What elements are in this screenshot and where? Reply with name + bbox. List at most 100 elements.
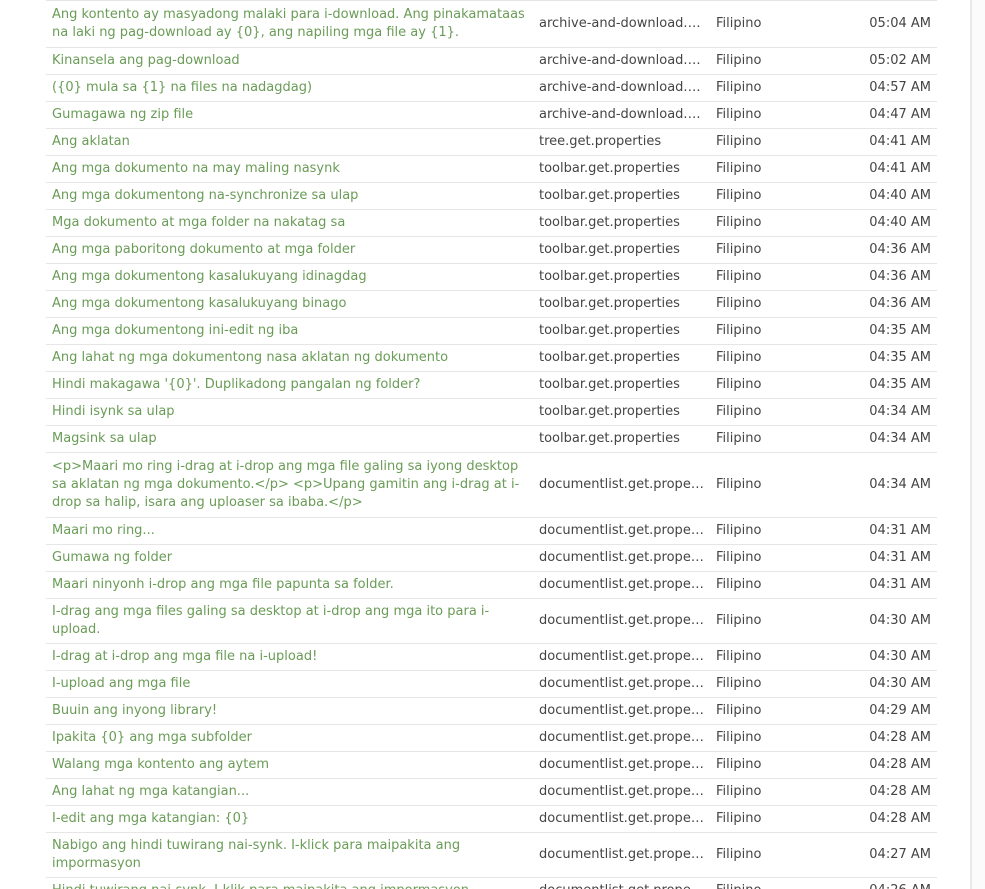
time-cell: 04:31 AM [812,544,937,572]
phrase-link[interactable]: Ang mga paboritong dokumento at mga fold… [52,242,355,257]
phrase-link[interactable]: Maari mo ring... [52,523,155,538]
phrase-cell[interactable]: Maari mo ring... [46,517,533,545]
table-row[interactable]: Hindi isynk sa ulap toolbar.get.properti… [46,398,937,426]
phrase-link[interactable]: Gumagawa ng zip file [52,107,193,122]
phrase-link[interactable]: Ang mga dokumento na may maling nasynk [52,161,340,176]
phrase-cell[interactable]: Magsink sa ulap [46,425,533,453]
phrase-cell[interactable]: Ang mga dokumentong ini-edit ng iba [46,317,533,345]
table-row[interactable]: Walang mga kontento ang aytem documentli… [46,751,937,779]
phrase-cell[interactable]: Ang kontento ay masyadong malaki para i-… [46,0,533,48]
table-row[interactable]: Ang mga dokumento na may maling nasynk t… [46,155,937,183]
table-row[interactable]: Ang lahat ng mga dokumentong nasa aklata… [46,344,937,372]
phrase-link[interactable]: Ang mga dokumentong na-synchronize sa ul… [52,188,358,203]
phrase-cell[interactable]: Maari ninyonh i-drop ang mga file papunt… [46,571,533,599]
time-cell: 04:34 AM [812,452,937,518]
phrase-link[interactable]: Ang lahat ng mga dokumentong nasa aklata… [52,350,448,365]
table-row[interactable]: Gumagawa ng zip file archive-and-downloa… [46,101,937,129]
language-cell: Filipino [710,236,812,264]
table-row[interactable]: ({0} mula sa {1} na files na nadagdag) a… [46,74,937,102]
phrase-link[interactable]: Hindi makagawa '{0}'. Duplikadong pangal… [52,377,420,392]
table-row[interactable]: Kinansela ang pag-download archive-and-d… [46,47,937,75]
phrase-link[interactable]: Gumawa ng folder [52,550,172,565]
table-row[interactable]: Ang mga dokumentong kasalukuyang idinagd… [46,263,937,291]
phrase-link[interactable]: Maari ninyonh i-drop ang mga file papunt… [52,577,394,592]
phrase-link[interactable]: I-drag at i-drop ang mga file na i-uploa… [52,649,317,664]
phrase-link[interactable]: Ang aklatan [52,134,130,149]
phrase-cell[interactable]: <p>Maari mo ring i-drag at i-drop ang mg… [46,452,533,518]
table-row[interactable]: Maari ninyonh i-drop ang mga file papunt… [46,571,937,599]
phrase-link[interactable]: Mga dokumento at mga folder na nakatag s… [52,215,345,230]
phrase-link[interactable]: Nabigo ang hindi tuwirang nai-synk. I-kl… [52,838,460,871]
table-row[interactable]: Buuin ang inyong library! documentlist.g… [46,697,937,725]
phrase-cell[interactable]: Ang mga dokumentong kasalukuyang idinagd… [46,263,533,291]
table-row[interactable]: Maari mo ring... documentlist.get.proper… [46,517,937,545]
phrase-link[interactable]: I-upload ang mga file [52,676,190,691]
table-row[interactable]: I-upload ang mga file documentlist.get.p… [46,670,937,698]
phrase-link[interactable]: Walang mga kontento ang aytem [52,757,269,772]
phrase-link[interactable]: Ang mga dokumentong kasalukuyang idinagd… [52,269,367,284]
table-row[interactable]: Ang aklatan tree.get.properties Filipino… [46,128,937,156]
phrase-link[interactable]: ({0} mula sa {1} na files na nadagdag) [52,80,312,95]
table-row[interactable]: Ipakita {0} ang mga subfolder documentli… [46,724,937,752]
phrase-link[interactable]: I-edit ang mga katangian: {0} [52,811,249,826]
table-row[interactable]: Ang kontento ay masyadong malaki para i-… [46,0,937,48]
key-cell: documentlist.get.properties [533,778,710,806]
table-row[interactable]: I-drag ang mga files galing sa desktop a… [46,598,937,644]
table-row[interactable]: <p>Maari mo ring i-drag at i-drop ang mg… [46,452,937,518]
table-row[interactable]: Ang mga dokumentong na-synchronize sa ul… [46,182,937,210]
table-row[interactable]: Ang lahat ng mga katangian... documentli… [46,778,937,806]
table-row[interactable]: Gumawa ng folder documentlist.get.proper… [46,544,937,572]
phrase-cell[interactable]: I-edit ang mga katangian: {0} [46,805,533,833]
table-row[interactable]: Ang mga dokumentong ini-edit ng iba tool… [46,317,937,345]
table-row[interactable]: Nabigo ang hindi tuwirang nai-synk. I-kl… [46,832,937,878]
phrase-link[interactable]: Ang mga dokumentong kasalukuyang binago [52,296,346,311]
phrase-cell[interactable]: ({0} mula sa {1} na files na nadagdag) [46,74,533,102]
phrase-cell[interactable]: Ang aklatan [46,128,533,156]
table-row[interactable]: Ang mga paboritong dokumento at mga fold… [46,236,937,264]
phrase-cell[interactable]: Ang mga dokumento na may maling nasynk [46,155,533,183]
language-cell: Filipino [710,643,812,671]
phrase-cell[interactable]: Gumawa ng folder [46,544,533,572]
phrase-link[interactable]: Buuin ang inyong library! [52,703,217,718]
phrase-link[interactable]: Hindi tuwirang nai-synk. I-klik para mai… [52,883,469,889]
phrase-link[interactable]: <p>Maari mo ring i-drag at i-drop ang mg… [52,459,519,510]
page-gutter [972,0,985,889]
table-row[interactable]: Hindi makagawa '{0}'. Duplikadong pangal… [46,371,937,399]
phrase-link[interactable]: Hindi isynk sa ulap [52,404,175,419]
table-row[interactable]: I-drag at i-drop ang mga file na i-uploa… [46,643,937,671]
table-row[interactable]: Magsink sa ulap toolbar.get.properties F… [46,425,937,453]
phrase-cell[interactable]: Walang mga kontento ang aytem [46,751,533,779]
phrase-cell[interactable]: Kinansela ang pag-download [46,47,533,75]
phrase-link[interactable]: Ang lahat ng mga katangian... [52,784,249,799]
phrase-cell[interactable]: Nabigo ang hindi tuwirang nai-synk. I-kl… [46,832,533,878]
phrase-cell[interactable]: Ang mga dokumentong na-synchronize sa ul… [46,182,533,210]
phrase-cell[interactable]: Gumagawa ng zip file [46,101,533,129]
phrase-cell[interactable]: Mga dokumento at mga folder na nakatag s… [46,209,533,237]
phrase-link[interactable]: Magsink sa ulap [52,431,157,446]
phrase-cell[interactable]: Ang lahat ng mga dokumentong nasa aklata… [46,344,533,372]
table-row[interactable]: I-edit ang mga katangian: {0} documentli… [46,805,937,833]
phrase-link[interactable]: I-drag ang mga files galing sa desktop a… [52,604,489,637]
key-cell: archive-and-download.get.properties [533,0,710,48]
key-cell: toolbar.get.properties [533,290,710,318]
phrase-cell[interactable]: I-drag at i-drop ang mga file na i-uploa… [46,643,533,671]
phrase-cell[interactable]: I-upload ang mga file [46,670,533,698]
phrase-cell[interactable]: Ang lahat ng mga katangian... [46,778,533,806]
phrase-link[interactable]: Ipakita {0} ang mga subfolder [52,730,252,745]
key-cell: toolbar.get.properties [533,155,710,183]
phrase-cell[interactable]: Hindi isynk sa ulap [46,398,533,426]
table-row[interactable]: Ang mga dokumentong kasalukuyang binago … [46,290,937,318]
phrase-cell[interactable]: Ipakita {0} ang mga subfolder [46,724,533,752]
table-row[interactable]: Mga dokumento at mga folder na nakatag s… [46,209,937,237]
phrase-cell[interactable]: Hindi makagawa '{0}'. Duplikadong pangal… [46,371,533,399]
phrase-cell[interactable]: Ang mga paboritong dokumento at mga fold… [46,236,533,264]
phrase-link[interactable]: Ang kontento ay masyadong malaki para i-… [52,7,525,40]
key-cell: toolbar.get.properties [533,344,710,372]
table-row[interactable]: Hindi tuwirang nai-synk. I-klik para mai… [46,877,937,889]
phrase-cell[interactable]: Buuin ang inyong library! [46,697,533,725]
phrase-link[interactable]: Kinansela ang pag-download [52,53,240,68]
phrase-link[interactable]: Ang mga dokumentong ini-edit ng iba [52,323,298,338]
phrase-cell[interactable]: I-drag ang mga files galing sa desktop a… [46,598,533,644]
phrase-cell[interactable]: Hindi tuwirang nai-synk. I-klik para mai… [46,877,533,889]
phrase-cell[interactable]: Ang mga dokumentong kasalukuyang binago [46,290,533,318]
